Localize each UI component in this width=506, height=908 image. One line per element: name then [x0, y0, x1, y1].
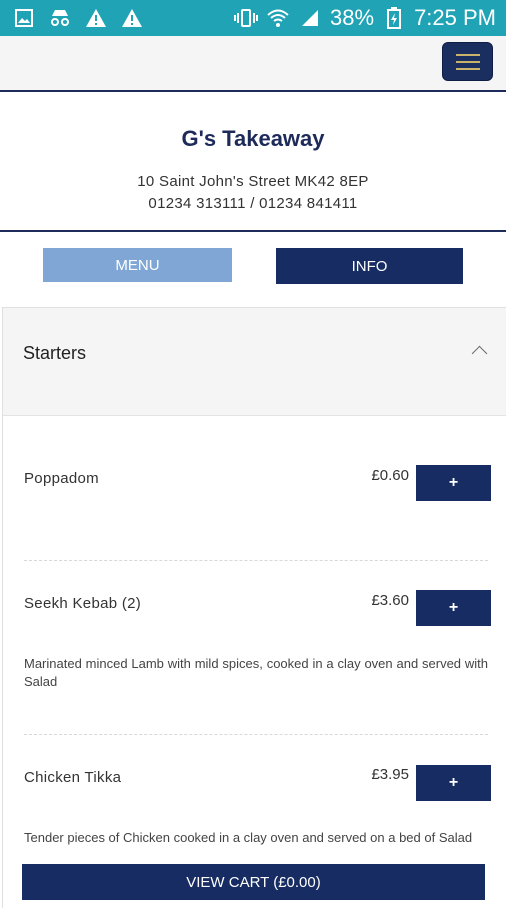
- hamburger-menu-button[interactable]: [442, 42, 493, 81]
- item-price: £3.60: [371, 592, 409, 609]
- item-divider: [24, 734, 488, 735]
- warning-icon: [84, 6, 108, 30]
- signal-icon: [298, 6, 322, 30]
- system-status: 38% 7:25 PM: [234, 5, 496, 31]
- item-price: £0.60: [371, 467, 409, 484]
- restaurant-header: G's Takeaway 10 Saint John's Street MK42…: [0, 92, 506, 232]
- item-description: Tender pieces of Chicken cooked in a cla…: [24, 830, 473, 845]
- battery-percent: 38%: [330, 5, 375, 30]
- item-price: £3.95: [371, 766, 409, 783]
- section-header[interactable]: Starters: [3, 308, 506, 416]
- menu-line: [455, 60, 480, 63]
- item-description: Marinated minced Lamb with mild spices, …: [24, 656, 488, 689]
- warning-icon: [120, 6, 144, 30]
- menu-section-panel: Starters Poppadom £0.60 + Seekh Kebab (2…: [2, 307, 506, 908]
- menu-tab-button[interactable]: MENU: [43, 248, 232, 282]
- notification-icons: [12, 6, 144, 30]
- status-bar: 38% 7:25 PM: [0, 0, 506, 36]
- chevron-up-icon[interactable]: [471, 345, 488, 362]
- clock: 7:25 PM: [414, 5, 496, 30]
- vibrate-icon: [234, 6, 259, 30]
- wifi-icon: [266, 6, 290, 30]
- info-tab-button[interactable]: INFO: [276, 248, 463, 284]
- view-cart-button[interactable]: VIEW CART (£0.00): [22, 864, 485, 900]
- menu-line: [455, 53, 480, 56]
- restaurant-name: G's Takeaway: [181, 126, 325, 151]
- item-name: Poppadom: [24, 470, 99, 487]
- add-item-button[interactable]: +: [416, 765, 491, 801]
- image-icon: [12, 6, 36, 30]
- item-name: Chicken Tikka: [24, 769, 122, 786]
- restaurant-phones[interactable]: 01234 313111 / 01234 841411: [0, 195, 506, 212]
- item-name: Seekh Kebab (2): [24, 595, 142, 612]
- restaurant-address: 10 Saint John's Street MK42 8EP: [137, 173, 369, 190]
- menu-line: [455, 67, 480, 70]
- battery-charging-icon: [382, 6, 406, 30]
- incognito-icon: [48, 6, 72, 30]
- add-item-button[interactable]: +: [416, 465, 491, 501]
- add-item-button[interactable]: +: [416, 590, 491, 626]
- app-toolbar: [0, 36, 506, 92]
- section-title: Starters: [23, 343, 87, 363]
- item-divider: [24, 560, 488, 561]
